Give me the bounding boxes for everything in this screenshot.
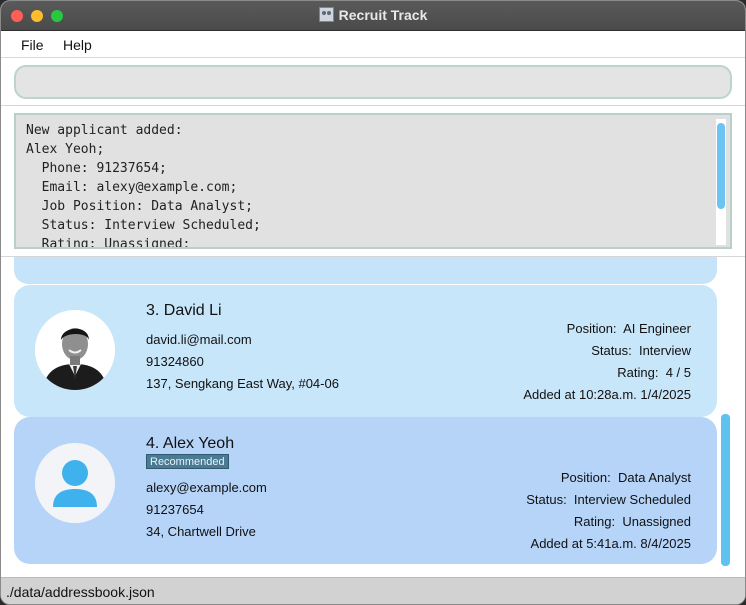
applicant-card-selected[interactable]: 4. Alex Yeoh Recommended alexy@example.c… [14,417,717,564]
applicant-card-partial[interactable] [14,257,717,284]
title-bar[interactable]: Recruit Track [1,1,745,31]
applicant-email: alexy@example.com [146,480,267,495]
position-value: Data Analyst [618,470,691,485]
window-title-group: Recruit Track [1,7,745,23]
window-title: Recruit Track [338,7,428,23]
applicant-added-time: Added at 5:41a.m. 8/4/2025 [530,536,691,551]
applicant-name: 4. Alex Yeoh [146,435,235,452]
rating-label: Rating: [573,514,616,529]
applicant-address: 137, Sengkang East Way, #04-06 [146,376,339,391]
status-value: Interview [638,343,691,358]
status-value: Interview Scheduled [573,492,691,507]
applicant-rating-row: Rating: Unassigned [574,514,691,529]
applicant-position-row: Position: Data Analyst [561,470,691,485]
applicant-rating-row: Rating: 4 / 5 [617,365,691,380]
applicant-name: 3. David Li [146,302,222,319]
partial-card-text [658,270,661,284]
result-line: Phone: 91237654; [26,161,167,176]
applicant-position-row: Position: AI Engineer [567,321,691,336]
result-area: New applicant added: Alex Yeoh; Phone: 91… [1,107,745,257]
rating-value: 4 / 5 [665,365,691,380]
list-scrollbar-thumb[interactable] [721,414,730,566]
result-line: Rating: Unassigned; [26,237,191,249]
position-value: AI Engineer [623,321,691,336]
result-scrollbar-thumb[interactable] [717,123,725,209]
default-avatar-image [35,443,115,523]
applicant-photo-image [35,310,115,390]
menu-file[interactable]: File [21,37,44,53]
applicant-added-time: Added at 10:28a.m. 1/4/2025 [523,387,691,402]
app-icon [318,7,334,22]
command-area [1,59,745,106]
save-location-path: ./data/addressbook.json [6,584,155,600]
rating-value: Unassigned [622,514,691,529]
result-line: Status: Interview Scheduled; [26,218,261,233]
result-line: New applicant added: [26,123,183,138]
result-text: New applicant added: Alex Yeoh; Phone: 91… [26,121,261,249]
position-label: Position: [560,470,611,485]
result-display[interactable]: New applicant added: Alex Yeoh; Phone: 91… [14,113,732,249]
divider [1,105,745,106]
applicant-address: 34, Chartwell Drive [146,524,256,539]
applicant-phone: 91237654 [146,502,204,517]
applicant-list[interactable]: 3. David Li david.li@mail.com 91324860 1… [1,257,745,576]
menu-help[interactable]: Help [63,37,92,53]
status-bar: ./data/addressbook.json [1,577,745,604]
applicant-status-row: Status: Interview [591,343,691,358]
app-window: Recruit Track File Help New applicant ad… [0,0,746,605]
applicant-email: david.li@mail.com [146,332,252,347]
menu-bar: File Help [1,31,745,58]
status-label: Status: [591,343,632,358]
command-input[interactable] [14,65,732,99]
applicant-status-row: Status: Interview Scheduled [526,492,691,507]
applicant-card[interactable]: 3. David Li david.li@mail.com 91324860 1… [14,285,717,417]
position-label: Position: [566,321,617,336]
status-label: Status: [526,492,567,507]
applicant-photo [35,310,115,390]
recommended-tag: Recommended [146,454,229,469]
default-avatar-icon [35,443,115,523]
result-line: Email: alexy@example.com; [26,180,238,195]
result-line: Alex Yeoh; [26,142,105,157]
rating-label: Rating: [617,365,659,380]
result-scrollbar[interactable] [716,119,726,245]
result-line: Job Position: Data Analyst; [26,199,253,214]
applicant-phone: 91324860 [146,354,204,369]
